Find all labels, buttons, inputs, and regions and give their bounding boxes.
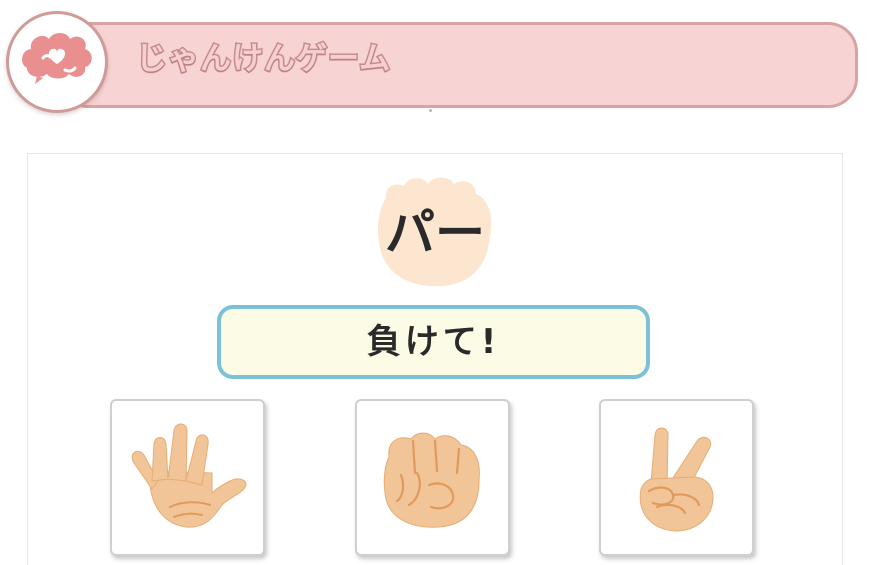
logo-badge [6,11,108,113]
brain-heart-icon [22,33,92,84]
fist-rock-icon [383,432,480,528]
page-title: じゃんけんゲーム [134,41,392,77]
cpu-hand-label: パー [385,204,485,262]
scissors-button[interactable] [599,399,754,556]
divider-dot [429,109,432,112]
game-page: じゃんけんゲーム パー 負けて! [0,0,871,565]
open-hand-paper-icon [131,423,247,528]
paper-button[interactable] [110,399,265,556]
instruction-banner: 負けて! [217,305,650,379]
peace-hand-scissors-icon [639,427,714,532]
rock-button[interactable] [355,399,510,556]
